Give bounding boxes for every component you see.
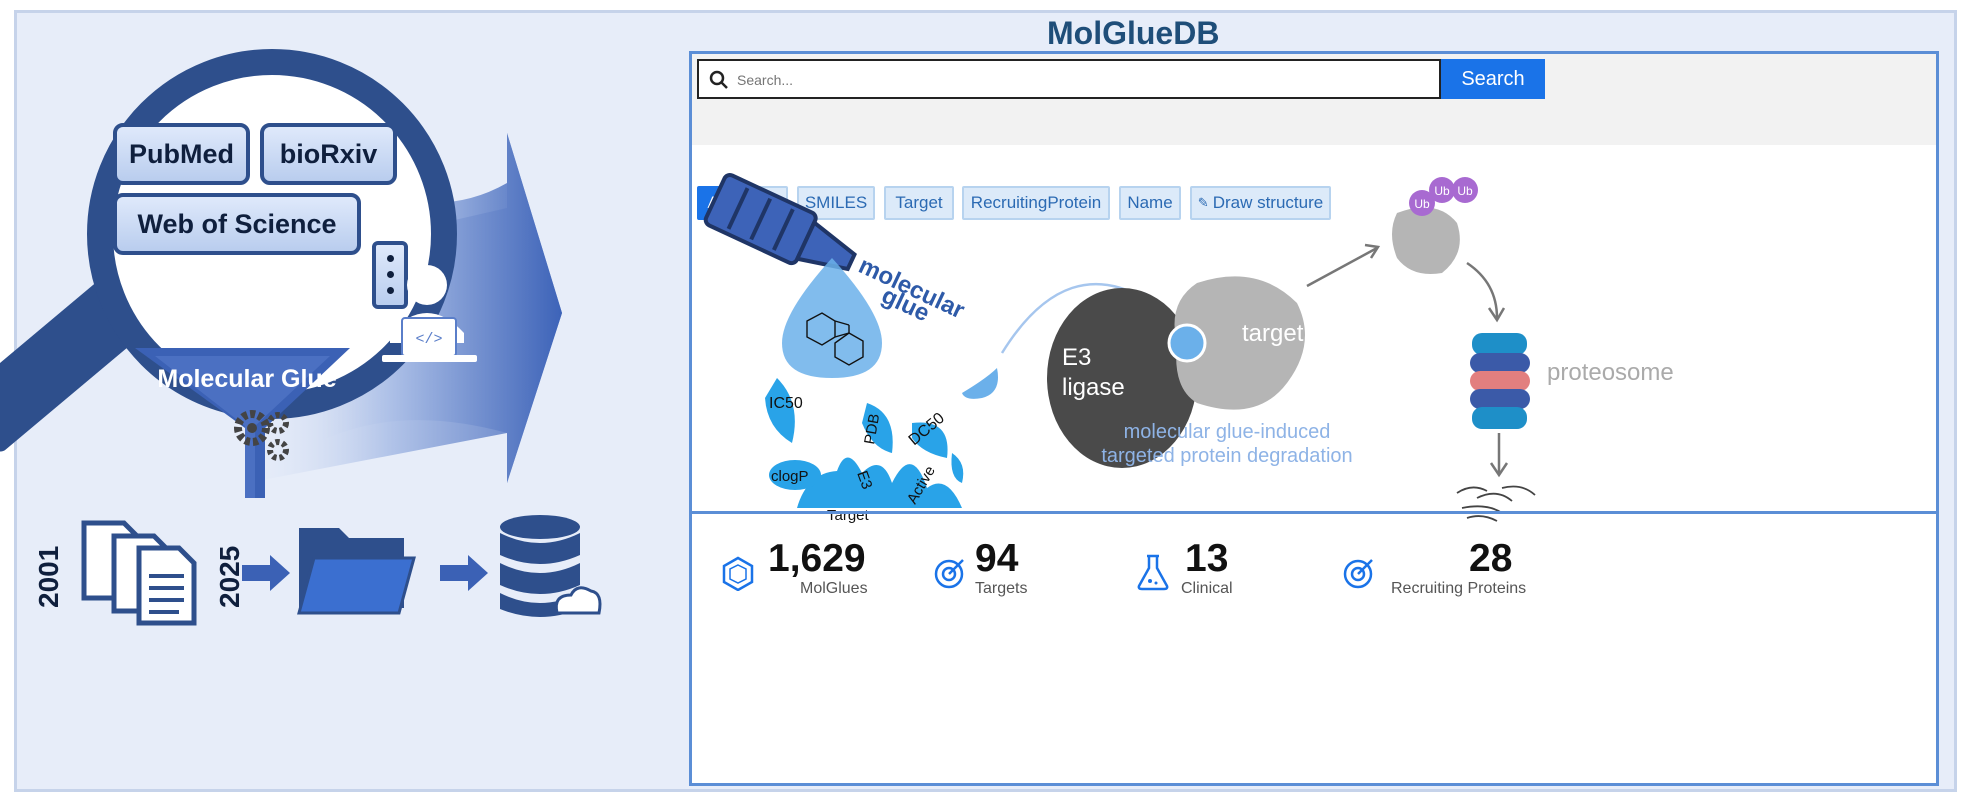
ub-label-2: Ub [1434,184,1450,198]
gears-icon [234,410,289,461]
splash-target: Target [827,507,870,524]
e3-label: E3 [1062,344,1091,371]
stat-targets-value: 94 [975,537,1019,580]
target-icon [934,559,964,589]
documents-icon [81,520,197,626]
source-pubmed: PubMed [113,123,250,185]
funnel-label: Molecular Glue [157,365,337,393]
stat-recruiting-label: Recruiting Proteins [1391,580,1527,597]
svg-text:</>: </> [415,331,442,348]
flask-icon [1137,554,1169,591]
cloud-database-icon [500,515,602,617]
arrow-right-icon [440,555,488,591]
search-box[interactable] [697,59,1441,99]
stat-clinical-label: Clinical [1181,580,1233,597]
stat-molglues-value: 1,629 [768,537,866,580]
ub-label-1: Ub [1414,197,1430,211]
stat-targets-label: Targets [975,580,1028,597]
folder-icon [297,528,416,615]
splash-clogp: clogP [771,468,809,485]
target-label: target [1242,320,1304,347]
stat-clinical-value: 13 [1185,537,1229,580]
stat-molglues-label: MolGlues [800,580,868,597]
caption-line-1: molecular glue-induced [1124,421,1331,443]
splash-ic50: IC50 [769,395,803,412]
ligase-label: ligase [1062,374,1125,401]
search-icon [709,70,728,89]
source-biorxiv: bioRxiv [260,123,397,185]
developer-icon: </> [382,265,477,362]
degradation-illustration: molecular glue IC50 PDB DC50 clogP E3 Ac… [703,172,1674,524]
search-button[interactable]: Search [1441,59,1545,99]
page-title: MolGlueDB [1047,15,1220,51]
caption-line-2: targeted protein degradation [1101,445,1352,467]
source-web-of-science: Web of Science [113,193,361,255]
year-start: 2001 [33,545,64,608]
figure-frame: PubMed bioRxiv Web of Science Molecular … [0,10,1957,792]
arrow-right-icon [242,555,290,591]
proteosome-label: proteosome [1547,359,1674,386]
ub-label-3: Ub [1457,184,1473,198]
target-icon [1343,559,1373,589]
hexagon-icon [722,556,754,591]
search-input[interactable] [735,67,1429,93]
stat-recruiting-value: 28 [1469,537,1513,580]
stats-bar [691,511,1937,514]
